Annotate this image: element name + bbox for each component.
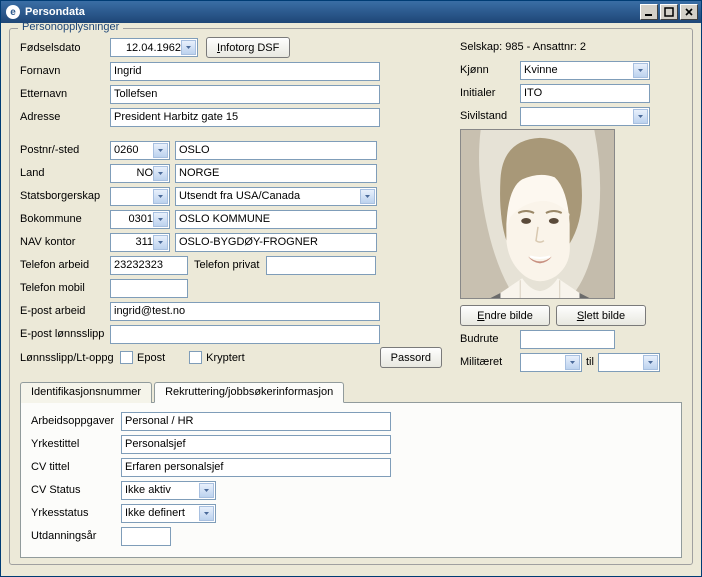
label-etternavn: Etternavn xyxy=(20,88,110,100)
militaret-til-combo[interactable] xyxy=(598,353,660,372)
initialer-input[interactable] xyxy=(520,84,650,103)
chevron-down-icon xyxy=(199,506,214,521)
label-initialer: Initialer xyxy=(460,87,520,99)
etternavn-input[interactable] xyxy=(110,85,380,104)
tab-identifikasjonsnummer[interactable]: Identifikasjonsnummer xyxy=(20,382,152,403)
person-details-fieldset: Personopplysninger Fødselsdato 12.04.196… xyxy=(9,28,693,565)
window-title: Persondata xyxy=(25,6,640,18)
epost-arbeid-input[interactable] xyxy=(110,302,380,321)
window: e Persondata Personopplysninger Fødselsd… xyxy=(0,0,702,577)
label-budrute: Budrute xyxy=(460,333,520,345)
tab-body: Arbeidsoppgaver Yrkestittel CV tittel CV… xyxy=(20,402,682,558)
label-epost-cb: Epost xyxy=(137,352,165,364)
cvtittel-input[interactable] xyxy=(121,458,391,477)
chevron-down-icon xyxy=(633,63,648,78)
label-cvtittel: CV tittel xyxy=(31,461,121,473)
chevron-down-icon xyxy=(199,483,214,498)
label-tlf-privat: Telefon privat xyxy=(194,259,266,271)
bokommune-navn-input[interactable] xyxy=(175,210,377,229)
maximize-button[interactable] xyxy=(660,4,678,20)
chevron-down-icon xyxy=(360,189,375,204)
chevron-down-icon xyxy=(153,189,168,204)
label-epost-lonn: E-post lønnsslipp xyxy=(20,328,110,340)
postnr-combo[interactable]: 0260 xyxy=(110,141,170,160)
label-fornavn: Fornavn xyxy=(20,65,110,77)
minimize-button[interactable] xyxy=(640,4,658,20)
cvstatus-combo[interactable]: Ikke aktiv xyxy=(121,481,216,500)
label-adresse: Adresse xyxy=(20,111,110,123)
label-postnr: Postnr/-sted xyxy=(20,144,110,156)
label-lonnsslipp: Lønnsslipp/Lt-oppg xyxy=(20,352,120,364)
label-tlf-mobil: Telefon mobil xyxy=(20,282,110,294)
navkontor-navn-input[interactable] xyxy=(175,233,377,252)
fodselsdato-combo[interactable]: 12.04.1962 xyxy=(110,38,198,57)
label-fodselsdato: Fødselsdato xyxy=(20,42,110,54)
budrute-input[interactable] xyxy=(520,330,615,349)
label-yrkesstatus: Yrkesstatus xyxy=(31,507,121,519)
statsborgerskap-navn-combo[interactable]: Utsendt fra USA/Canada xyxy=(175,187,377,206)
fieldset-legend: Personopplysninger xyxy=(18,23,123,33)
label-utdanningsar: Utdanningsår xyxy=(31,530,121,542)
chevron-down-icon xyxy=(153,166,168,181)
chevron-down-icon xyxy=(181,40,196,55)
chevron-down-icon xyxy=(153,212,168,227)
bokommune-combo[interactable]: 0301 xyxy=(110,210,170,229)
utdanningsar-input[interactable] xyxy=(121,527,171,546)
label-land: Land xyxy=(20,167,110,179)
label-yrkestittel: Yrkestittel xyxy=(31,438,121,450)
land-navn-input[interactable] xyxy=(175,164,377,183)
tab-rekruttering[interactable]: Rekruttering/jobbsøkerinformasjon xyxy=(154,382,344,403)
titlebar: e Persondata xyxy=(1,1,701,23)
poststed-input[interactable] xyxy=(175,141,377,160)
kjonn-combo[interactable]: Kvinne xyxy=(520,61,650,80)
chevron-down-icon xyxy=(153,143,168,158)
fornavn-input[interactable] xyxy=(110,62,380,81)
tlf-mobil-input[interactable] xyxy=(110,279,188,298)
epost-lonn-input[interactable] xyxy=(110,325,380,344)
label-sivilstand: Sivilstand xyxy=(460,110,520,122)
chevron-down-icon xyxy=(153,235,168,250)
chevron-down-icon xyxy=(643,355,658,370)
label-epost-arbeid: E-post arbeid xyxy=(20,305,110,317)
kryptert-checkbox[interactable] xyxy=(189,351,202,364)
militaret-fra-combo[interactable] xyxy=(520,353,582,372)
chevron-down-icon xyxy=(565,355,580,370)
label-navkontor: NAV kontor xyxy=(20,236,110,248)
tlf-arbeid-input[interactable] xyxy=(110,256,188,275)
adresse-input[interactable] xyxy=(110,108,380,127)
chevron-down-icon xyxy=(633,109,648,124)
epost-checkbox[interactable] xyxy=(120,351,133,364)
endre-bilde-button[interactable]: Endre bilde xyxy=(460,305,550,326)
app-icon: e xyxy=(6,5,20,19)
label-tlf-arbeid: Telefon arbeid xyxy=(20,259,110,271)
label-arbeidsoppgaver: Arbeidsoppgaver xyxy=(31,415,121,427)
label-kryptert: Kryptert xyxy=(206,352,380,364)
arbeidsoppgaver-input[interactable] xyxy=(121,412,391,431)
label-statsborgerskap: Statsborgerskap xyxy=(20,190,110,202)
navkontor-combo[interactable]: 311 xyxy=(110,233,170,252)
yrkesstatus-combo[interactable]: Ikke definert xyxy=(121,504,216,523)
label-bokommune: Bokommune xyxy=(20,213,110,225)
label-til: til xyxy=(586,356,594,368)
statsborgerskap-combo[interactable] xyxy=(110,187,170,206)
fodselsdato-value: 12.04.1962 xyxy=(126,42,181,54)
infotorg-button[interactable]: Infotorg DSF xyxy=(206,37,290,58)
yrkestittel-input[interactable] xyxy=(121,435,391,454)
slett-bilde-button[interactable]: Slett bilde xyxy=(556,305,646,326)
close-button[interactable] xyxy=(680,4,698,20)
person-photo xyxy=(460,129,615,299)
selskap-text: Selskap: 985 - Ansattnr: 2 xyxy=(460,41,586,53)
tabstrip: Identifikasjonsnummer Rekruttering/jobbs… xyxy=(20,381,682,402)
sivilstand-combo[interactable] xyxy=(520,107,650,126)
label-kjonn: Kjønn xyxy=(460,64,520,76)
label-cvstatus: CV Status xyxy=(31,484,121,496)
land-combo[interactable]: NO xyxy=(110,164,170,183)
tlf-privat-input[interactable] xyxy=(266,256,376,275)
label-militaret: Militæret xyxy=(460,356,520,368)
passord-button[interactable]: Passord xyxy=(380,347,442,368)
